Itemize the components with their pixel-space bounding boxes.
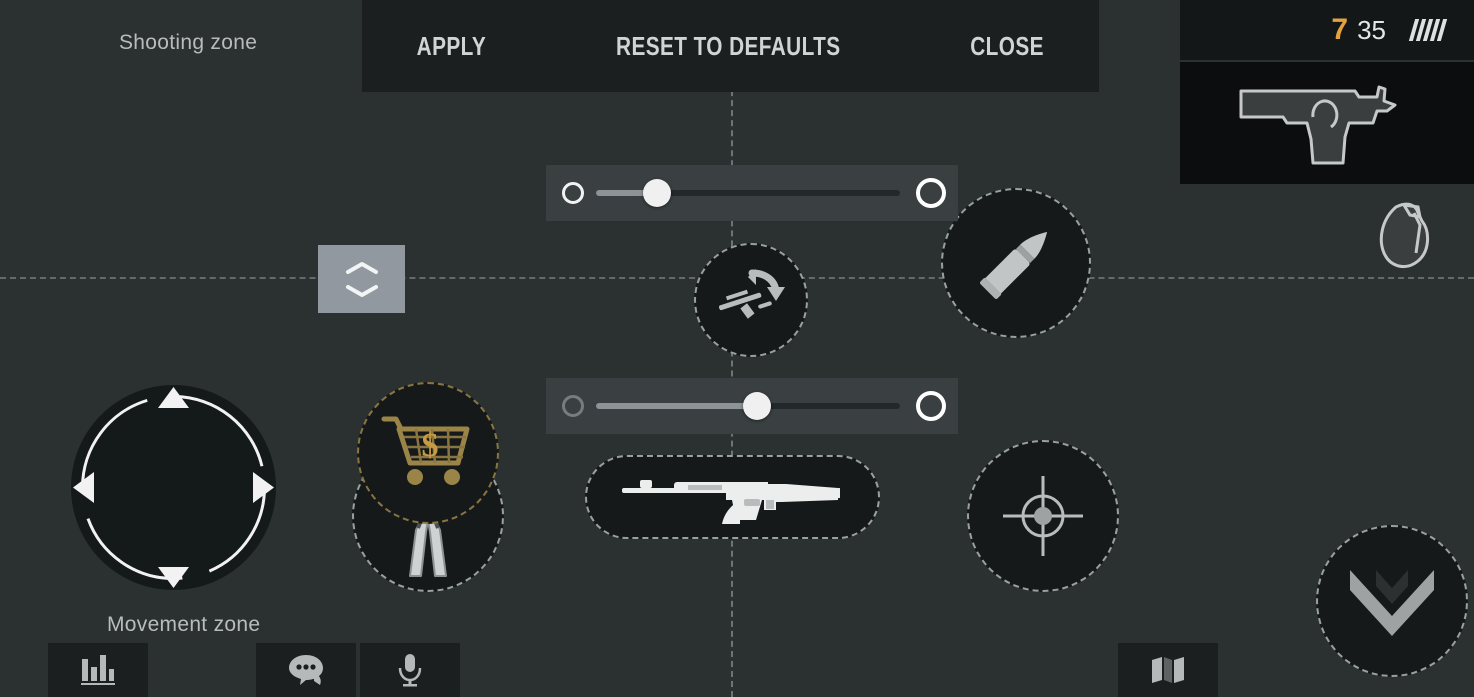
ammo-counter: 7 35 [1180,0,1474,60]
reload-button[interactable] [941,188,1091,338]
slider-knob[interactable] [743,392,772,420]
slider-track[interactable] [596,392,900,420]
shooting-zone-label: Shooting zone [119,31,258,54]
magazine-ticks-icon [1408,19,1448,41]
microphone-button[interactable] [360,643,460,697]
chat-button[interactable] [256,643,356,697]
map-button[interactable] [1118,643,1218,697]
chat-icon [289,655,323,685]
assault-rifle-icon [621,480,840,524]
microphone-icon [398,654,422,687]
scoreboard-icon [81,655,115,685]
vertical-resize-handle[interactable] [318,245,405,313]
primary-weapon-button[interactable] [585,455,880,539]
joystick-ring-icon [73,387,274,588]
double-chevron-down-icon [1350,570,1434,636]
movement-zone-label: Movement zone [107,613,261,636]
scoreboard-button[interactable] [48,643,148,697]
action-bar: APPLY RESET TO DEFAULTS CLOSE [362,0,1099,92]
grenade-icon [1379,202,1429,269]
reset-to-defaults-button[interactable]: RESET TO DEFAULTS [616,31,840,62]
chevron-down-icon [345,284,378,297]
slider-track[interactable] [596,179,900,207]
close-button[interactable]: CLOSE [970,31,1044,62]
slider-knob[interactable] [642,179,671,207]
equipped-weapon-panel[interactable] [1180,62,1474,184]
plus-circle-icon[interactable] [916,178,946,208]
shooting-zone-size-slider[interactable] [546,165,958,221]
svg-text:$: $ [422,427,439,464]
ammo-current-value: 7 [1331,13,1349,46]
movement-zone-size-slider[interactable] [546,378,958,434]
buy-menu-button[interactable]: $ [357,382,499,524]
chevron-up-icon [345,261,378,274]
minus-circle-icon[interactable] [562,395,584,417]
plus-circle-icon[interactable] [916,391,946,421]
minus-circle-icon[interactable] [562,182,584,204]
movement-joystick[interactable] [71,385,276,590]
crouch-button[interactable] [1316,525,1468,677]
hud-customization-screen: Shooting zone Movement zone APPLY RESET … [0,0,1474,697]
pistol-icon [1239,85,1397,165]
crosshair-icon [1003,476,1083,556]
bullet-icon [980,231,1048,299]
apply-button[interactable]: APPLY [417,31,486,62]
grenade-slot[interactable] [1364,192,1448,276]
slider-fill [596,403,758,409]
aim-button[interactable] [967,440,1119,592]
ammo-reserve-value: 35 [1357,15,1386,45]
map-icon [1152,657,1184,683]
weapon-swap-button[interactable] [694,243,808,357]
weapon-swap-icon [718,269,785,319]
shopping-cart-dollar-icon: $ [381,416,470,485]
